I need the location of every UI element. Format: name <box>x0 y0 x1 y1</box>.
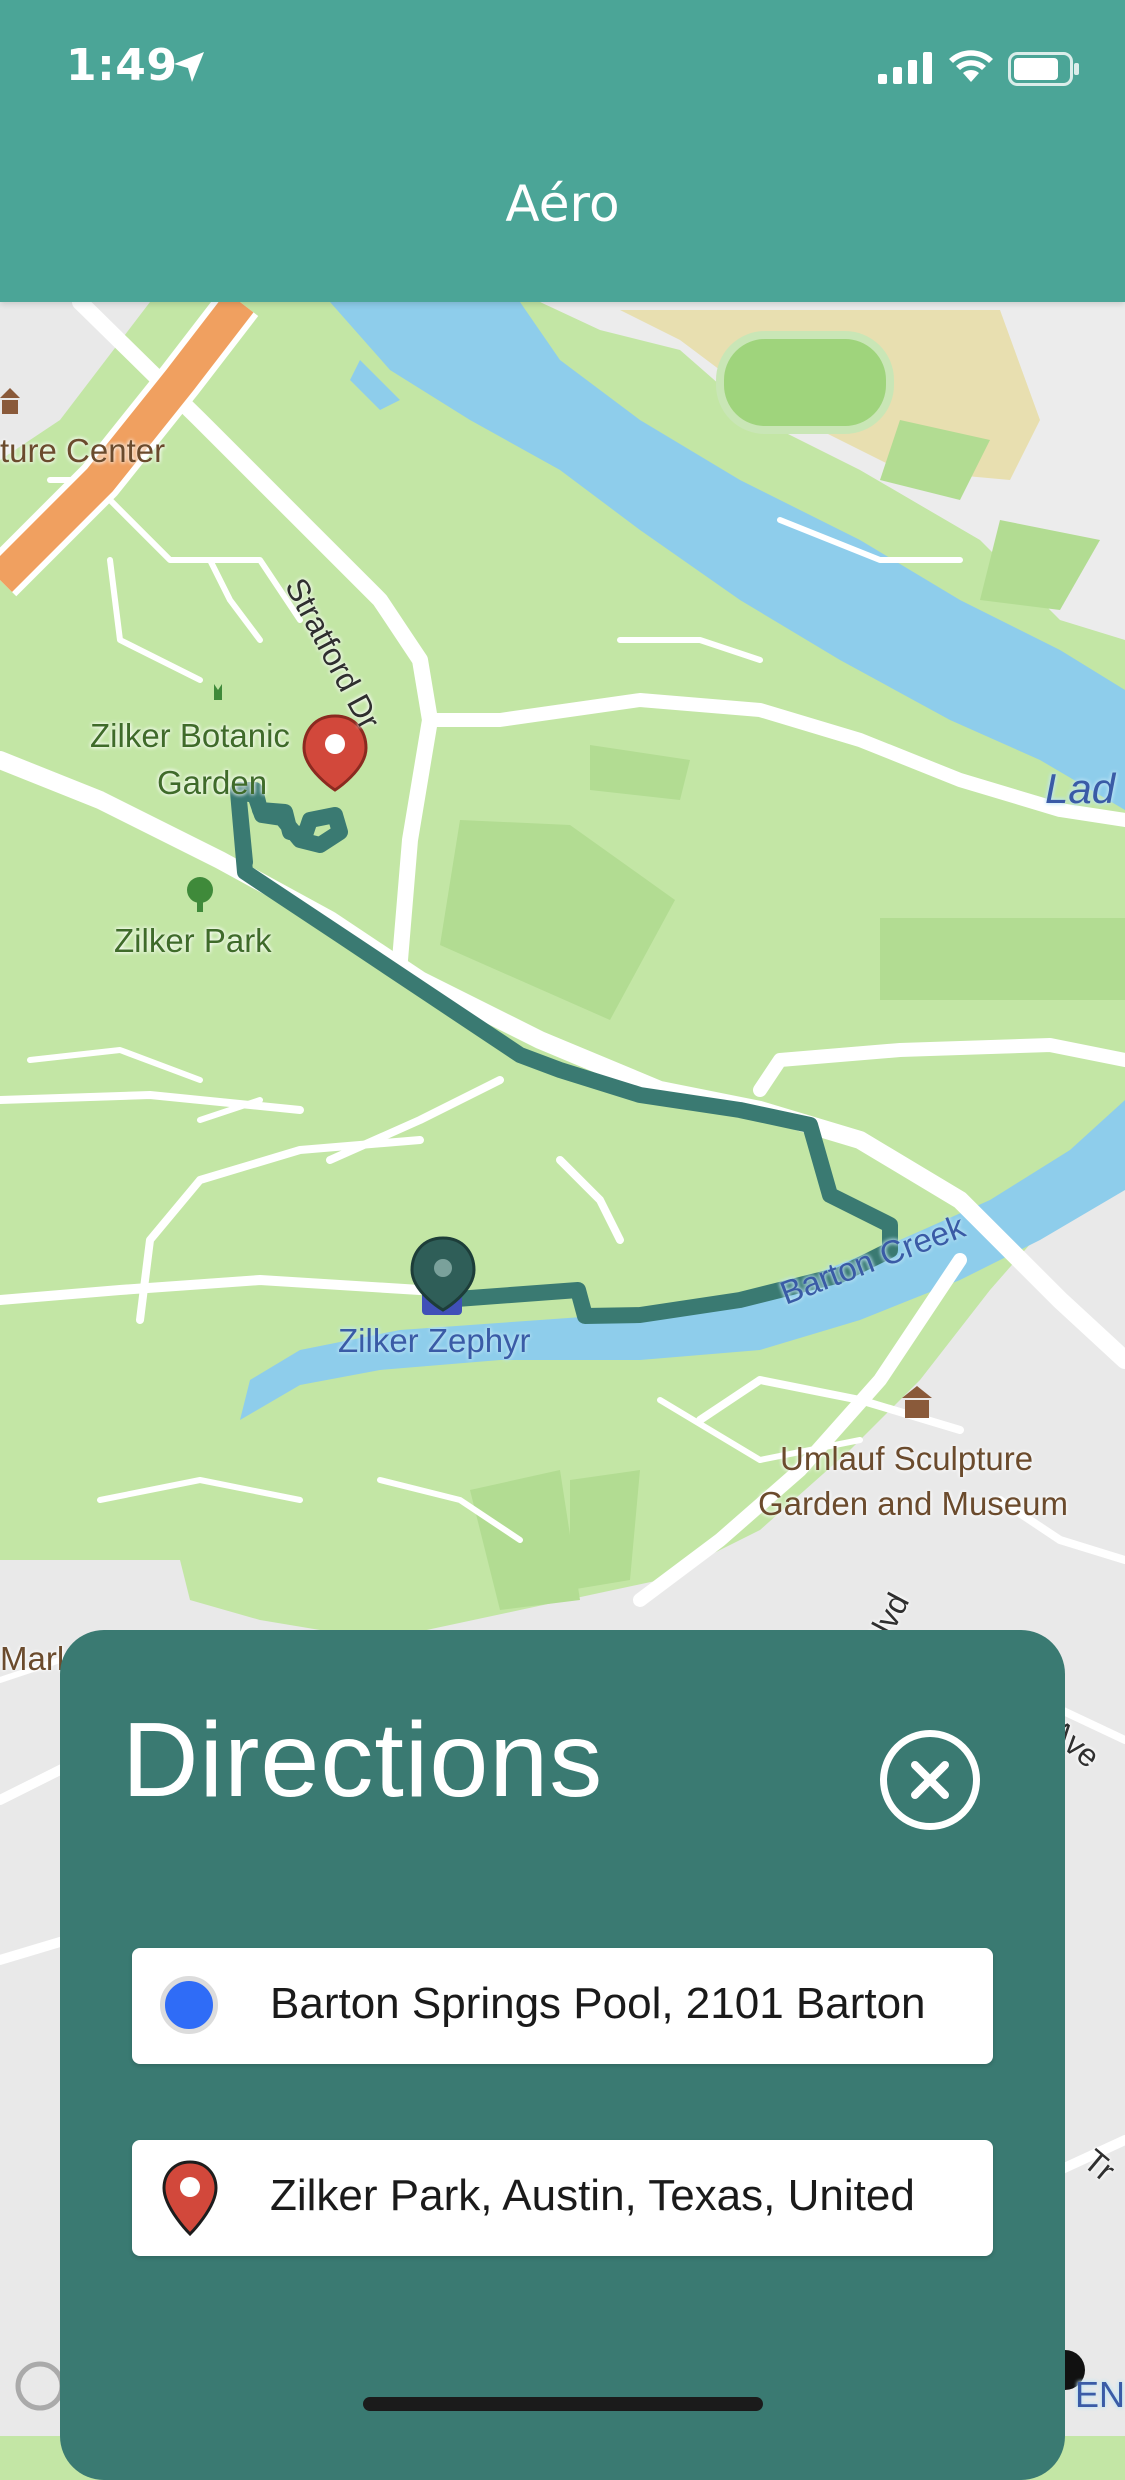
map-label-lady-bird-lake: Lad <box>1045 765 1116 812</box>
close-button[interactable] <box>880 1730 980 1830</box>
start-dot-icon <box>160 1976 218 2034</box>
map-label-botanic-2: Garden <box>157 764 268 801</box>
map-label-bottom-right: EN <box>1075 2374 1125 2415</box>
map-label-botanic-1: Zilker Botanic <box>90 717 290 754</box>
status-time: 1:49 <box>66 40 178 91</box>
start-location-value: Barton Springs Pool, 2101 Barton <box>270 1979 926 2028</box>
home-indicator[interactable] <box>363 2397 763 2411</box>
map-label-culture-center: ture Center <box>0 432 166 469</box>
directions-panel: Directions Barton Springs Pool, 2101 Bar… <box>60 1630 1065 2480</box>
status-bar: 1:49 <box>0 0 1125 140</box>
directions-title: Directions <box>122 1701 604 1819</box>
wifi-icon <box>949 50 993 82</box>
map-label-umlauf-1: Umlauf Sculpture <box>780 1440 1034 1477</box>
close-icon <box>911 1761 949 1799</box>
cellular-signal-icon <box>878 52 932 84</box>
map-pin-icon <box>162 2160 218 2236</box>
app-title: Aéro <box>505 175 620 233</box>
destination-field[interactable]: Zilker Park, Austin, Texas, United <box>132 2140 993 2256</box>
map-label-umlauf-2: Garden and Museum <box>758 1485 1069 1522</box>
start-location-field[interactable]: Barton Springs Pool, 2101 Barton <box>132 1948 993 2064</box>
app-header: 1:49 Aéro <box>0 0 1125 302</box>
map-label-zilker-zephyr: Zilker Zephyr <box>338 1322 531 1359</box>
map-label-zilker-park: Zilker Park <box>114 922 272 959</box>
destination-value: Zilker Park, Austin, Texas, United <box>270 2171 915 2220</box>
location-arrow-icon <box>174 52 204 82</box>
battery-icon <box>1008 52 1079 86</box>
